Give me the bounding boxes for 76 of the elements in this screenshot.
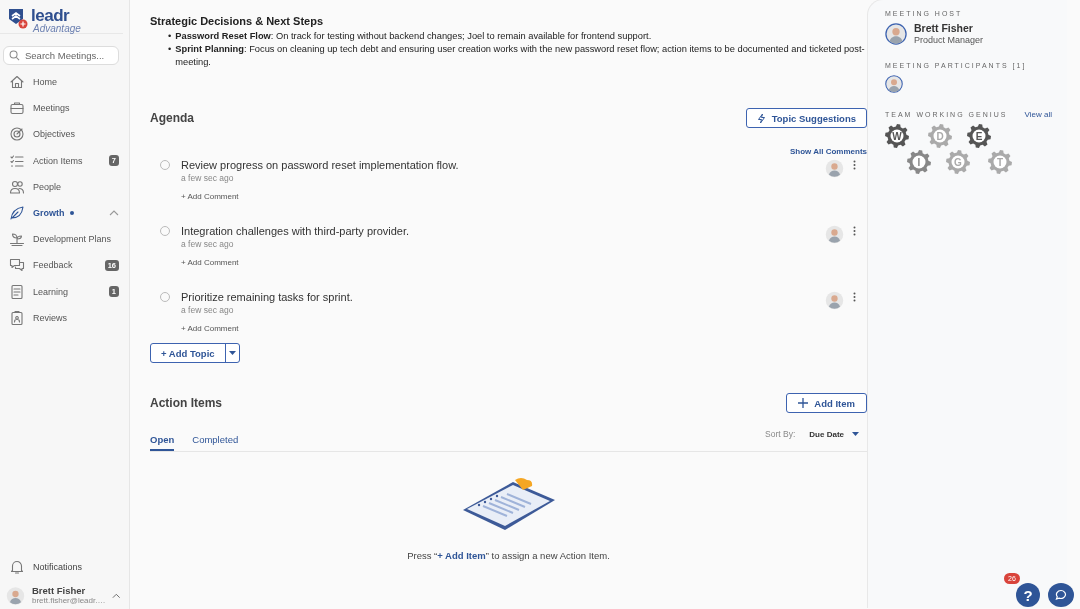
add-comment-link[interactable]: + Add Comment (181, 258, 825, 267)
bullet-marker: • (168, 43, 172, 56)
avatar (825, 159, 844, 178)
briefcase-icon (9, 100, 25, 117)
chat-icon (1055, 589, 1067, 601)
book-icon (9, 283, 25, 300)
chat-icon (9, 257, 25, 274)
sidebar-item[interactable]: Home (0, 69, 129, 96)
gear-icon: I (907, 150, 931, 175)
plant-icon (9, 231, 25, 248)
sidebar-item[interactable]: Development Plans (0, 226, 129, 253)
topic-title[interactable]: Prioritize remaining tasks for sprint. (181, 291, 825, 303)
gear-icon: T (988, 150, 1012, 175)
bell-icon (9, 559, 25, 575)
user-menu[interactable]: Brett Fisher brett.fisher@leadr.… (0, 580, 129, 609)
add-comment-link[interactable]: + Add Comment (181, 192, 825, 201)
more-icon[interactable] (853, 226, 856, 236)
participant-avatar (885, 75, 903, 94)
caret-icon (228, 351, 236, 355)
add-comment-link[interactable]: + Add Comment (181, 324, 825, 333)
target-icon (9, 126, 25, 143)
gear-icon: D (928, 124, 952, 149)
logo-name: leadr (31, 7, 70, 24)
avatar (6, 586, 25, 606)
plus-icon (798, 398, 809, 408)
avatar (825, 291, 844, 310)
sidebar-item[interactable]: Reviews (0, 304, 129, 331)
more-icon[interactable] (853, 160, 856, 170)
sidebar-item[interactable]: Meetings (0, 95, 129, 122)
tab[interactable]: Open (150, 427, 175, 451)
topic-title[interactable]: Integration challenges with third-party provider. (181, 225, 825, 237)
search-icon (9, 50, 20, 61)
sort-dropdown[interactable]: Due Date (809, 429, 859, 439)
leaf-icon (9, 205, 25, 222)
sidebar-item[interactable]: People (0, 173, 129, 200)
empty-state-text: Press “+ Add Item” to assign a new Action Item. (407, 550, 610, 561)
tab[interactable]: Completed (192, 427, 239, 451)
avatar (825, 225, 844, 244)
gear-icon: G (946, 150, 970, 175)
more-icon[interactable] (853, 292, 856, 302)
caret-icon (852, 432, 859, 436)
home-icon (9, 74, 25, 91)
add-item-button[interactable]: Add Item (786, 393, 867, 413)
view-all-link[interactable]: View all (1024, 110, 1052, 120)
host-avatar (885, 23, 907, 46)
checklist-icon (9, 152, 25, 169)
search-field[interactable]: Search Meetings... (3, 46, 119, 65)
topic-time: a few sec ago (181, 239, 235, 249)
topic-suggestions-button[interactable]: Topic Suggestions (745, 108, 867, 128)
caret-icon[interactable] (109, 210, 119, 217)
caret-icon (112, 593, 121, 599)
add-topic-button[interactable]: + Add Topic (150, 343, 240, 363)
notifications-item[interactable]: Notifications (0, 554, 129, 580)
topic-title[interactable]: Review progress on password reset implementation flow. (181, 159, 825, 171)
topic-time: a few sec ago (181, 173, 235, 183)
logo-icon (8, 7, 28, 31)
host-role: Product Manager (914, 35, 984, 47)
gear-icon: W (885, 124, 909, 149)
lightning-icon (756, 112, 766, 124)
note-bullet: Password Reset Flow: On track for testing without backend changes; Joel to remain available for frontend support. (175, 30, 652, 43)
people-icon (9, 178, 25, 195)
section-title: Agenda (150, 111, 194, 125)
section-heading: Strategic Decisions & Next Steps (150, 15, 324, 27)
show-comments-link[interactable]: Show All Comments (789, 147, 867, 156)
host-name: Brett Fisher (914, 22, 974, 36)
topic-time: a few sec ago (181, 305, 235, 315)
sidebar-item[interactable]: Growth (0, 199, 129, 227)
chat-button[interactable] (1048, 583, 1074, 607)
sidebar-item[interactable]: Objectives (0, 121, 129, 148)
logo-tagline: Advantage (33, 24, 81, 34)
section-title: Action Items (150, 396, 222, 410)
bullet-marker: • (168, 30, 172, 43)
gear-icon: E (967, 124, 991, 149)
note-bullet: Sprint Planning: Focus on cleaning up tech debt and ensuring user creation works with the new password reset flow; action items to be documented and ticketed post-meeting. (175, 43, 866, 69)
clipboard-icon (9, 309, 25, 326)
sort-label: Sort By: (765, 429, 796, 439)
